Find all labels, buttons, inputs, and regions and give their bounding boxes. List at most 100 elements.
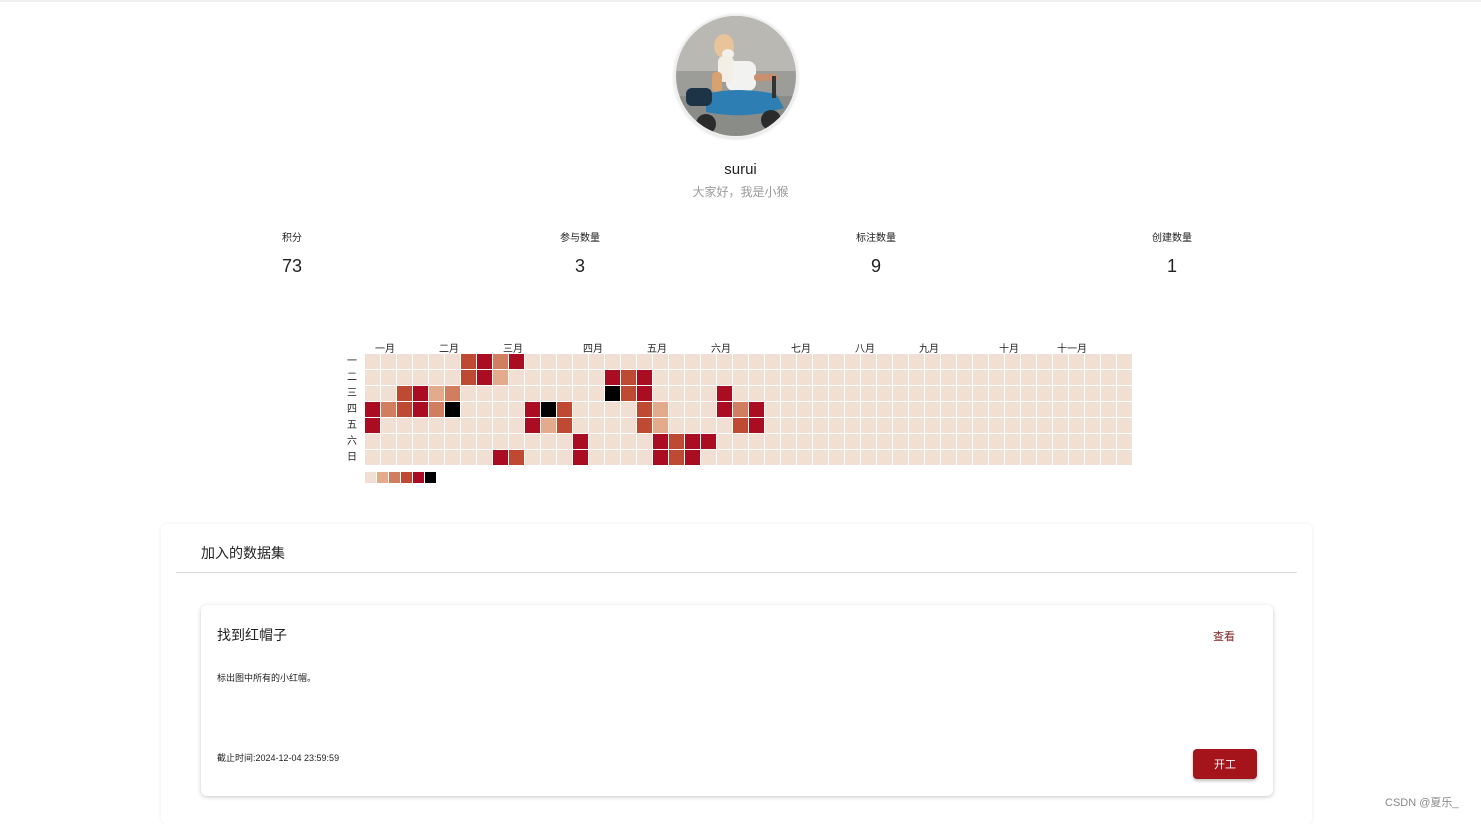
month-label: 八月 [855, 344, 875, 355]
heatmap-cell [573, 450, 588, 465]
heatmap-cell [413, 450, 428, 465]
day-label: 六 [347, 436, 357, 447]
heatmap-cell [525, 450, 540, 465]
heatmap-cell [1021, 370, 1036, 385]
heatmap-cell [877, 370, 892, 385]
heatmap-cell [669, 450, 684, 465]
heatmap-cell [829, 386, 844, 401]
heatmap-cell [621, 386, 636, 401]
heatmap-cell [1005, 354, 1020, 369]
heatmap-cell [397, 450, 412, 465]
heatmap-cell [877, 402, 892, 417]
heatmap-cell [893, 370, 908, 385]
heatmap-cell [1101, 434, 1116, 449]
heatmap-cell [589, 354, 604, 369]
heatmap-cell [1037, 418, 1052, 433]
heatmap-cell [1053, 450, 1068, 465]
heatmap-cell [989, 434, 1004, 449]
heatmap-cell [797, 450, 812, 465]
heatmap-cell [413, 434, 428, 449]
stat-value: 9 [870, 256, 881, 276]
day-label: 一 [347, 356, 357, 367]
heatmap-cell [845, 402, 860, 417]
heatmap-cell [365, 418, 380, 433]
heatmap-cell [1053, 418, 1068, 433]
day-label: 五 [347, 420, 357, 431]
heatmap-cell [429, 402, 444, 417]
heatmap-cell [541, 450, 556, 465]
heatmap-cell [733, 418, 748, 433]
heatmap-cell [589, 418, 604, 433]
heatmap-cell [701, 370, 716, 385]
heatmap-cell [413, 402, 428, 417]
heatmap-cell [717, 434, 732, 449]
heatmap-cell [925, 354, 940, 369]
heatmap-cell [381, 386, 396, 401]
heatmap-cell [877, 450, 892, 465]
heatmap-cell [717, 370, 732, 385]
heatmap-cell [557, 418, 572, 433]
heatmap-cell [829, 402, 844, 417]
heatmap-cell [1117, 386, 1132, 401]
heatmap-cell [957, 450, 972, 465]
heatmap-cell [397, 402, 412, 417]
heatmap-cell [877, 434, 892, 449]
heatmap-cell [1037, 386, 1052, 401]
heatmap-cell [797, 434, 812, 449]
heatmap-cell [605, 402, 620, 417]
start-work-button[interactable]: 开工 [1193, 749, 1257, 779]
heatmap-cell [877, 354, 892, 369]
heatmap-cell [1005, 434, 1020, 449]
heatmap-cell [1117, 354, 1132, 369]
heatmap-cell [1069, 354, 1084, 369]
heatmap-cell [445, 450, 460, 465]
heatmap-cell [909, 402, 924, 417]
legend-swatch [365, 472, 376, 483]
heatmap-cell [957, 370, 972, 385]
view-link[interactable]: 查看 [1213, 628, 1235, 644]
heatmap-cell [573, 370, 588, 385]
heatmap-cell [541, 386, 556, 401]
heatmap-cell [605, 370, 620, 385]
heatmap-cell [973, 370, 988, 385]
panel-title: 加入的数据集 [201, 545, 285, 561]
heatmap-cell [557, 370, 572, 385]
heatmap-cell [829, 354, 844, 369]
heatmap-cell [877, 418, 892, 433]
top-border [0, 0, 1481, 2]
heatmap-cell [685, 418, 700, 433]
heatmap-cell [749, 434, 764, 449]
heatmap-cell [1053, 402, 1068, 417]
heatmap-cell [413, 370, 428, 385]
avatar[interactable] [674, 14, 798, 138]
heatmap-cell [717, 386, 732, 401]
heatmap-cell [413, 386, 428, 401]
heatmap-cell [749, 418, 764, 433]
heatmap-cell [429, 418, 444, 433]
watermark: CSDN @夏乐_ [1385, 797, 1459, 809]
heatmap-cell [669, 418, 684, 433]
heatmap-cell [941, 418, 956, 433]
heatmap-cell [1053, 354, 1068, 369]
heatmap-cell [845, 418, 860, 433]
heatmap-cell [573, 434, 588, 449]
heatmap-cell [749, 402, 764, 417]
heatmap-cell [637, 418, 652, 433]
heatmap-cell [1021, 402, 1036, 417]
heatmap-cell [893, 450, 908, 465]
heatmap-cell [461, 370, 476, 385]
heatmap-cell [637, 354, 652, 369]
heatmap-cell [765, 434, 780, 449]
heatmap-cell [973, 418, 988, 433]
heatmap-cell [717, 450, 732, 465]
stat-value: 1 [1166, 256, 1177, 276]
heatmap-cell [573, 418, 588, 433]
heatmap-cell [781, 386, 796, 401]
heatmap-cell [1037, 434, 1052, 449]
heatmap-cell [685, 386, 700, 401]
heatmap-cell [781, 434, 796, 449]
divider [176, 572, 1297, 573]
joined-datasets-panel: 加入的数据集 找到红帽子 查看 标出图中所有的小红帽。 截止时间:2024-12… [161, 524, 1312, 824]
heatmap-cell [893, 386, 908, 401]
heatmap-cell [941, 450, 956, 465]
